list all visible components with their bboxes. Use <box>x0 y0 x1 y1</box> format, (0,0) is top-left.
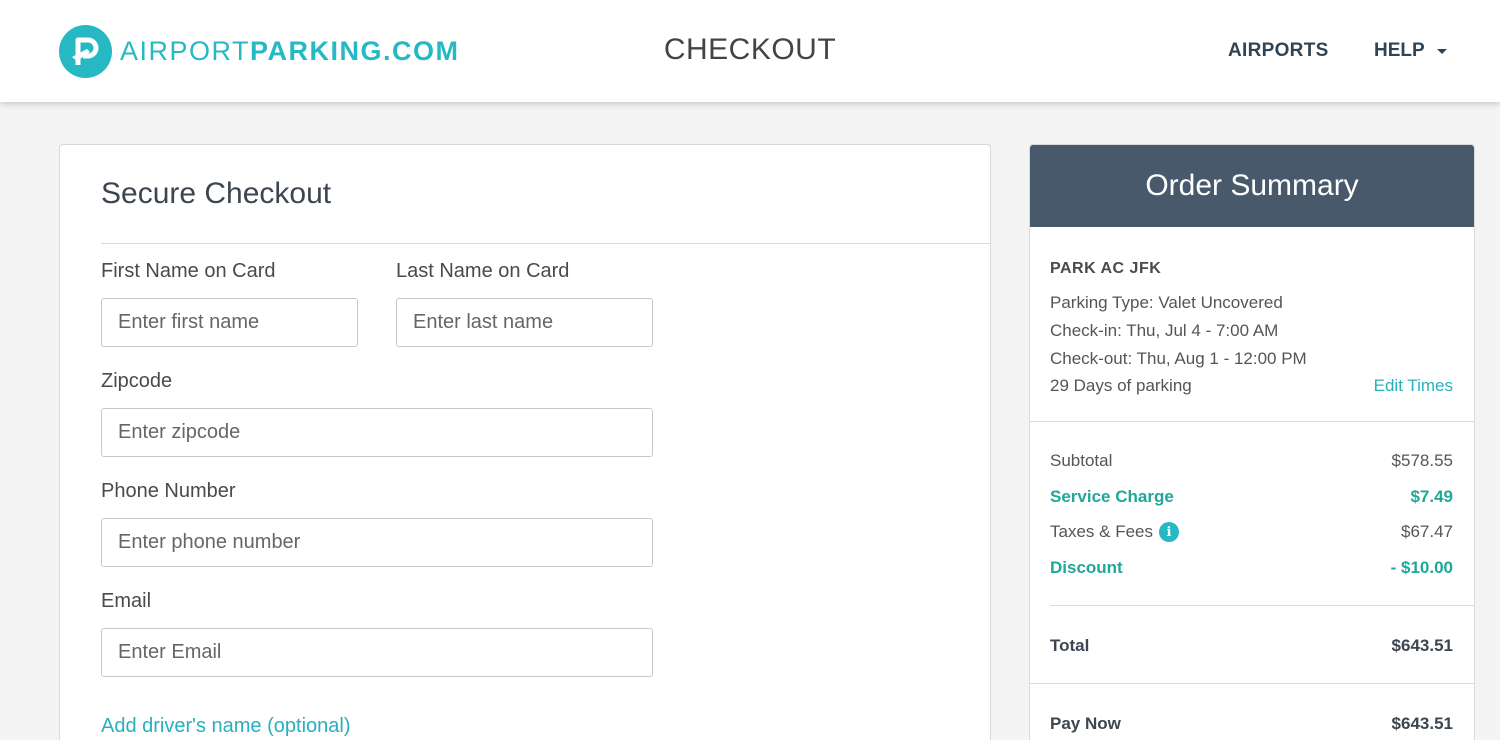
check-in-time: Check-in: Thu, Jul 4 - 7:00 AM <box>1050 321 1279 340</box>
site-header: AIRPORTPARKING.COM CHECKOUT AIRPORTS HEL… <box>0 0 1500 102</box>
checkout-title: Secure Checkout <box>101 177 332 210</box>
summary-divider <box>1030 421 1474 422</box>
order-summary-title: Order Summary <box>1145 169 1359 202</box>
pay-now-row: Pay Now $643.51 <box>1050 714 1453 734</box>
email-label: Email <box>101 590 152 612</box>
parking-type: Parking Type: Valet Uncovered <box>1050 293 1283 312</box>
chevron-down-icon <box>1436 48 1447 54</box>
taxes-fees-value: $67.47 <box>1401 522 1453 541</box>
parking-lot-name: PARK AC JFK <box>1050 260 1162 277</box>
phone-label: Phone Number <box>101 480 236 502</box>
taxes-fees-label: Taxes & Fees <box>1050 522 1153 541</box>
parking-days: 29 Days of parking <box>1050 376 1192 395</box>
discount-value: - $10.00 <box>1390 558 1453 577</box>
last-name-input[interactable] <box>396 298 653 347</box>
taxes-fees-row: Taxes & Fees i $67.47 <box>1050 522 1453 542</box>
add-driver-link[interactable]: Add driver's name (optional) <box>101 715 351 738</box>
order-summary-card: Order Summary PARK AC JFK Parking Type: … <box>1029 144 1475 740</box>
first-name-input[interactable] <box>101 298 358 347</box>
total-label: Total <box>1050 636 1090 655</box>
zipcode-input[interactable] <box>101 408 653 457</box>
first-name-label: First Name on Card <box>101 260 276 282</box>
subtotal-label: Subtotal <box>1050 451 1113 470</box>
summary-divider <box>1050 605 1474 606</box>
order-summary-header: Order Summary <box>1030 145 1474 227</box>
nav-help-dropdown[interactable]: HELP <box>1374 40 1447 62</box>
checkout-divider <box>101 243 990 244</box>
total-value: $643.51 <box>1391 636 1453 655</box>
zipcode-label: Zipcode <box>101 370 173 392</box>
pay-now-value: $643.51 <box>1391 714 1453 733</box>
subtotal-value: $578.55 <box>1391 451 1453 470</box>
subtotal-row: Subtotal $578.55 <box>1050 451 1453 471</box>
nav-airports-link[interactable]: AIRPORTS <box>1228 40 1329 62</box>
check-out-time: Check-out: Thu, Aug 1 - 12:00 PM <box>1050 349 1307 368</box>
phone-input[interactable] <box>101 518 653 567</box>
service-charge-row: Service Charge $7.49 <box>1050 487 1453 507</box>
discount-row: Discount - $10.00 <box>1050 558 1453 578</box>
summary-divider <box>1030 683 1474 684</box>
email-input[interactable] <box>101 628 653 677</box>
discount-label: Discount <box>1050 558 1123 577</box>
checkout-card: Secure Checkout First Name on Card Last … <box>59 144 991 740</box>
taxes-fees-label-group: Taxes & Fees i <box>1050 522 1179 542</box>
info-icon[interactable]: i <box>1159 522 1179 542</box>
total-row: Total $643.51 <box>1050 636 1453 656</box>
last-name-label: Last Name on Card <box>396 260 570 282</box>
edit-times-link[interactable]: Edit Times <box>1374 376 1453 396</box>
service-charge-value: $7.49 <box>1410 487 1453 506</box>
pay-now-label: Pay Now <box>1050 714 1121 733</box>
nav-help-label: HELP <box>1374 40 1425 61</box>
service-charge-label: Service Charge <box>1050 487 1174 506</box>
